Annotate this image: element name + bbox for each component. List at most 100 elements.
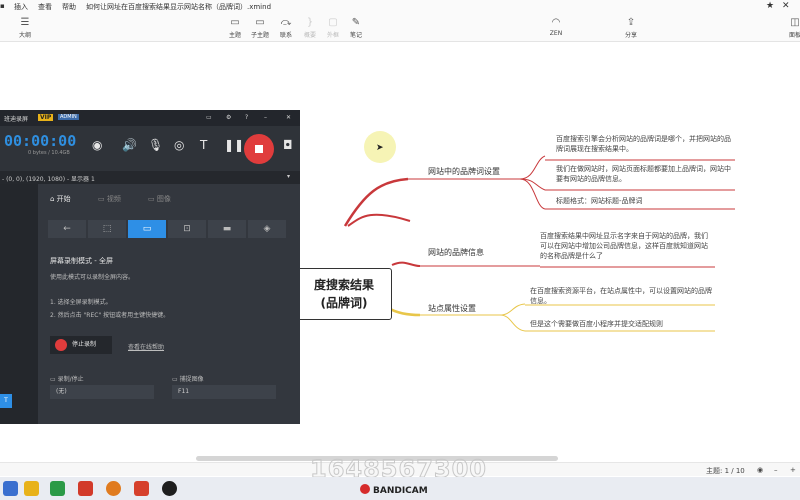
subtopic-icon: ▭ (255, 17, 265, 28)
share-icon: ⇪ (626, 17, 636, 28)
topic-count: 主题: 1 / 10 (706, 467, 745, 475)
webcam-icon[interactable]: ◉ (92, 138, 102, 152)
document-title: 如何让网址在百度搜索结果显示网站名称（品牌词）.xmind (86, 3, 272, 11)
microphone-icon[interactable]: 🎙 (148, 138, 163, 152)
camera-icon[interactable]: ◘ (283, 138, 293, 152)
dropdown-icon[interactable]: ▾ (287, 173, 290, 180)
browser-icon[interactable] (50, 481, 65, 496)
trunk-line-2 (391, 261, 421, 267)
app-icon[interactable]: ▪ (0, 2, 5, 10)
eye-icon[interactable]: ◉ (757, 466, 763, 474)
settings-icon[interactable]: ⚙ (226, 114, 231, 121)
tab-start[interactable]: ⌂ 开始 (50, 194, 71, 204)
speaker-icon[interactable]: 🔊 (122, 138, 137, 152)
topic-icon: ▭ (230, 17, 240, 28)
vip-badge: VIP (38, 114, 54, 121)
panel-button[interactable]: ◫ 面板 (782, 16, 800, 39)
menu-help[interactable]: 帮助 (62, 2, 76, 12)
trunk-line-1 (343, 177, 409, 227)
folder-icon[interactable]: ▭ (206, 114, 212, 121)
toolbar: ☰ 大纲 ▭ 主题 ▭ 子主题 ⤼ 联系 } 概要 ▢ 外框 ✎ 笔记 ◠ ZE… (0, 14, 800, 42)
bandicam-sidebar: T (0, 184, 38, 424)
app-icon-red[interactable] (78, 481, 93, 496)
outline-icon: ☰ (20, 17, 30, 28)
close-icon[interactable]: ✕ (782, 1, 790, 11)
cursor-effect-icon[interactable]: ◎ (174, 138, 184, 152)
bandicam-logo: BANDICAM (360, 484, 428, 496)
explorer-icon[interactable] (24, 481, 39, 496)
tab-image[interactable]: ▭ 图像 (148, 194, 171, 204)
leaf-topic-1c[interactable]: 标题格式：网站标题-品牌词 (556, 196, 736, 206)
start-icon[interactable] (3, 481, 18, 496)
leaf-topic-1b[interactable]: 我们在做网站时，网站页面标题都要加上品牌词，网站中要有网站的品牌信息。 (556, 164, 736, 184)
close-icon[interactable]: ✕ (286, 114, 291, 121)
minimize-icon[interactable]: – (264, 114, 267, 121)
sidebar-toggle-icon[interactable]: T (0, 394, 12, 408)
record-modes: ← ⬚ ▭ ⊡ ▬ ◈ (48, 220, 288, 238)
leaf-topic-3a[interactable]: 在百度搜索资源平台，在站点属性中，可以设置网站的品牌信息。 (530, 286, 714, 306)
fullscreen-mode-icon[interactable]: ▭ (128, 220, 166, 238)
mode-description: 使用此模式可以录制全屏内容。 (50, 274, 135, 281)
cursor-mode-icon[interactable]: ⊡ (168, 220, 206, 238)
zen-icon: ◠ (551, 17, 561, 28)
leaf-connector-1a (519, 155, 546, 180)
leaf-connector-1c (519, 178, 546, 210)
mode-heading: 屏幕录制模式 - 全屏 (50, 257, 113, 265)
branch-topic-1[interactable]: 网站中的品牌词设置 (428, 166, 500, 177)
instruction-step-2: 2. 然后点击 "REC" 按钮或者用主键快捷键。 (50, 312, 170, 319)
branch-line-1 (347, 213, 411, 227)
stop-recording-button[interactable]: 停止录制 (50, 336, 112, 354)
leaf-connector-3a (499, 303, 526, 316)
online-help-link[interactable]: 查看在线帮助 (128, 342, 164, 351)
zen-button[interactable]: ◠ ZEN (543, 16, 569, 37)
zoom-out-button[interactable]: – (774, 466, 778, 474)
instruction-step-1: 1. 选择全屏录制模式。 (50, 299, 112, 306)
note-icon: ✎ (351, 17, 361, 28)
record-app-icon[interactable] (162, 481, 177, 496)
note-button[interactable]: ✎ 笔记 (343, 16, 369, 39)
leaf-topic-3b[interactable]: 但是这个需要做百度小程序并提交适配规则 (530, 319, 714, 329)
admin-badge: ADMIN (58, 114, 79, 120)
relation-icon: ⤼ (280, 17, 292, 28)
branch-topic-3[interactable]: 站点属性设置 (428, 303, 476, 314)
zoom-in-button[interactable]: + (790, 466, 796, 474)
leaf-topic-1a[interactable]: 百度搜索引擎会分析网站的品牌词是哪个，并把网站的品牌词展现在搜索结果中。 (556, 134, 736, 154)
tab-video[interactable]: ▭ 视频 (98, 194, 121, 204)
central-topic[interactable]: 度搜索结果 (品牌词) (296, 268, 392, 320)
menu-view[interactable]: 查看 (38, 2, 52, 12)
relation-button[interactable]: ⤼ 联系 (273, 16, 299, 39)
bandicam-window: 班迪录屏 VIP ADMIN ▭ ⚙ ? – ✕ 00:00:00 0 byte… (0, 110, 300, 424)
leaf-connector-3b (499, 314, 526, 332)
share-button[interactable]: ⇪ 分享 (618, 16, 644, 39)
star-icon[interactable]: ★ (766, 1, 774, 11)
help-icon[interactable]: ? (245, 114, 248, 121)
topic-button[interactable]: ▭ 主题 (222, 16, 248, 39)
mouse-cursor-icon: ➤ (376, 143, 384, 153)
file-size: 0 bytes / 10.4GB (28, 150, 70, 156)
hotkey-capture-label: ▭ 捕捉图像 (172, 376, 204, 383)
outline-button[interactable]: ☰ 大纲 (12, 16, 38, 39)
bandicam-logo-icon (360, 484, 370, 494)
stop-record-button[interactable] (244, 134, 274, 164)
bandicam-tabs: ⌂ 开始 ▭ 视频 ▭ 图像 (38, 192, 300, 206)
game-mode-icon[interactable]: ◈ (248, 220, 286, 238)
branch-topic-2[interactable]: 网站的品牌信息 (428, 247, 484, 258)
device-mode-icon[interactable]: ▬ (208, 220, 246, 238)
bandicam-main-panel: ⌂ 开始 ▭ 视频 ▭ 图像 ← ⬚ ▭ ⊡ ▬ ◈ 屏幕录制模式 - 全屏 使… (38, 184, 300, 424)
subtopic-button[interactable]: ▭ 子主题 (247, 16, 273, 39)
hotkey-capture-field[interactable]: F11 (172, 385, 276, 399)
search-app-icon[interactable] (106, 481, 121, 496)
text-overlay-icon[interactable]: T (200, 138, 207, 152)
hotkey-record-field[interactable]: (无) (50, 385, 154, 399)
back-arrow-icon[interactable]: ← (48, 220, 86, 238)
region-mode-icon[interactable]: ⬚ (88, 220, 126, 238)
bandicam-title-bar: 班迪录屏 VIP ADMIN ▭ ⚙ ? – ✕ (0, 110, 300, 126)
menu-insert[interactable]: 插入 (14, 2, 28, 12)
record-timer: 00:00:00 (4, 132, 77, 150)
bandicam-controls: 00:00:00 0 bytes / 10.4GB ◉ 🔊 🎙 ◎ T ❚❚ ◘ (0, 126, 300, 171)
resolution-bar: - (0, 0), (1920, 1080) - 显示器 1 ▾ (0, 171, 300, 184)
leaf-topic-2a[interactable]: 百度搜索结果中网址显示名字来自于网站的品牌，我们可以在网站中增加公司品牌信息，这… (540, 231, 712, 261)
bandicam-title: 班迪录屏 (4, 116, 29, 123)
pause-icon[interactable]: ❚❚ (224, 138, 244, 152)
tool-app-icon[interactable] (134, 481, 149, 496)
